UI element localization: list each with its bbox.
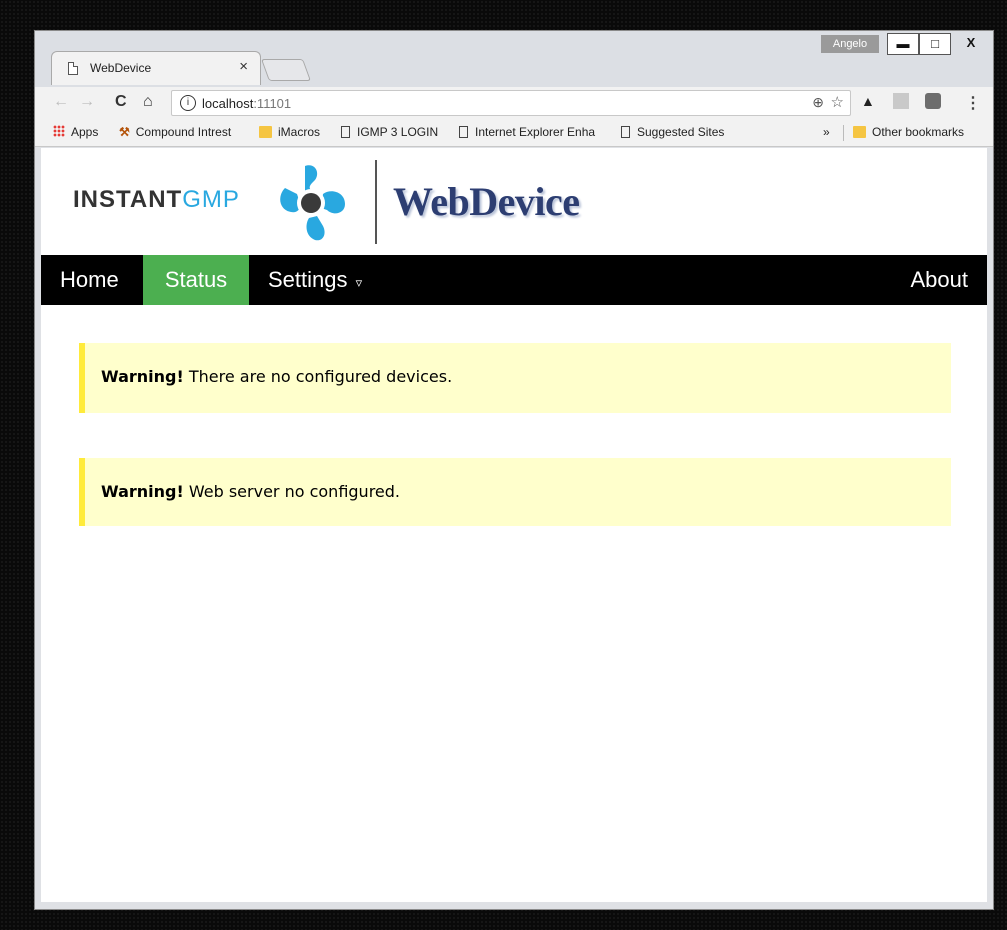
bookmark-internet-explorer[interactable]: Internet Explorer Enha [459,125,595,139]
nav-settings-label: Settings [268,267,348,292]
bookmarks-overflow-button[interactable]: » [823,125,830,139]
bookmarks-divider [843,125,844,141]
page-icon [68,62,78,75]
bookmark-other-bookmarks[interactable]: Other bookmarks [853,125,964,139]
bookmark-compound-intrest[interactable]: ⚒ Compound Intrest [119,125,231,139]
apps-grid-icon [53,125,65,137]
extension-icon[interactable] [893,93,909,109]
bookmark-label: Compound Intrest [135,125,232,139]
bookmark-label: Apps [71,125,99,139]
nav-settings[interactable]: Settings ▿ [249,255,381,305]
folder-icon [853,126,866,138]
bookmark-igmp-login[interactable]: IGMP 3 LOGIN [341,125,438,139]
tab-close-icon[interactable]: × [239,58,248,75]
document-icon [621,126,630,138]
back-arrow-icon[interactable]: ← [53,93,69,111]
page-viewport: INSTANTGMP WebDevice Home Status Setting… [41,148,987,902]
reload-icon[interactable]: C [115,93,127,111]
url-host: localhost [202,96,254,111]
document-icon [341,126,350,138]
bookmark-label: Suggested Sites [637,125,725,139]
url-text[interactable]: localhost:11101 [202,96,291,111]
nav-about[interactable]: About [892,255,988,305]
bookmark-imacros[interactable]: iMacros [259,125,320,139]
instantgmp-logo-text: INSTANTGMP [73,186,240,214]
info-icon[interactable]: i [180,95,196,111]
bookmarks-bar: Apps ⚒ Compound Intrest iMacros IGMP 3 LO… [35,119,993,147]
warning-alert: Warning! Web server no configured. [79,458,951,526]
home-icon[interactable]: ⌂ [143,93,153,111]
bookmark-label: IGMP 3 LOGIN [357,125,439,139]
graduation-cap-icon[interactable]: ▲ [861,93,877,109]
bookmark-suggested-sites[interactable]: Suggested Sites [621,125,724,139]
warning-alert: Warning! There are no configured devices… [79,343,951,413]
star-icon[interactable]: ☆ [831,93,844,111]
nav-home[interactable]: Home [41,255,138,305]
alert-label: Warning! [101,482,184,501]
document-icon [459,126,468,138]
brand-title: WebDevice [393,179,580,224]
browser-tab[interactable]: WebDevice × [51,51,261,85]
logo-instant: INSTANT [73,186,183,213]
browser-toolbar: ← → C ⌂ i localhost:11101 ⊕ ☆ ▲ ⋮ [35,87,993,119]
logo-divider [375,160,377,244]
instantgmp-logo-icon [280,165,345,241]
extension-icon[interactable] [925,93,941,109]
hammer-icon: ⚒ [119,125,130,139]
bookmark-apps[interactable]: Apps [53,125,98,139]
bookmark-label: Internet Explorer Enha [475,125,596,139]
forward-arrow-icon[interactable]: → [79,93,95,111]
alert-text: Web server no configured. [183,482,400,501]
alert-label: Warning! [101,367,184,386]
alert-text: There are no configured devices. [183,367,453,386]
url-port: :11101 [253,96,292,111]
nav-status[interactable]: Status [143,255,249,305]
alert-message: Warning! Web server no configured. [101,482,400,501]
chevron-down-icon: ▿ [355,275,363,290]
maximize-button[interactable]: □ [919,33,951,55]
browser-window: WebDevice × Angelo ▬ □ X ← → C ⌂ i local… [34,30,994,910]
title-bar: WebDevice × Angelo ▬ □ X [35,31,993,87]
address-bar[interactable]: i localhost:11101 ⊕ ☆ [171,90,851,116]
bookmark-label: Other bookmarks [872,125,965,139]
minimize-button[interactable]: ▬ [887,33,919,55]
zoom-icon[interactable]: ⊕ [812,94,824,111]
tab-title: WebDevice [90,61,152,75]
profile-badge[interactable]: Angelo [821,35,879,53]
folder-icon [259,126,272,138]
logo-gmp: GMP [182,186,240,213]
alert-message: Warning! There are no configured devices… [101,367,452,386]
new-tab-button[interactable] [260,59,312,81]
close-window-button[interactable]: X [951,33,991,55]
bookmark-label: iMacros [278,125,321,139]
site-header: INSTANTGMP WebDevice [41,148,987,255]
main-navigation: Home Status Settings ▿ About [41,255,987,305]
menu-dots-icon[interactable]: ⋮ [965,93,981,113]
